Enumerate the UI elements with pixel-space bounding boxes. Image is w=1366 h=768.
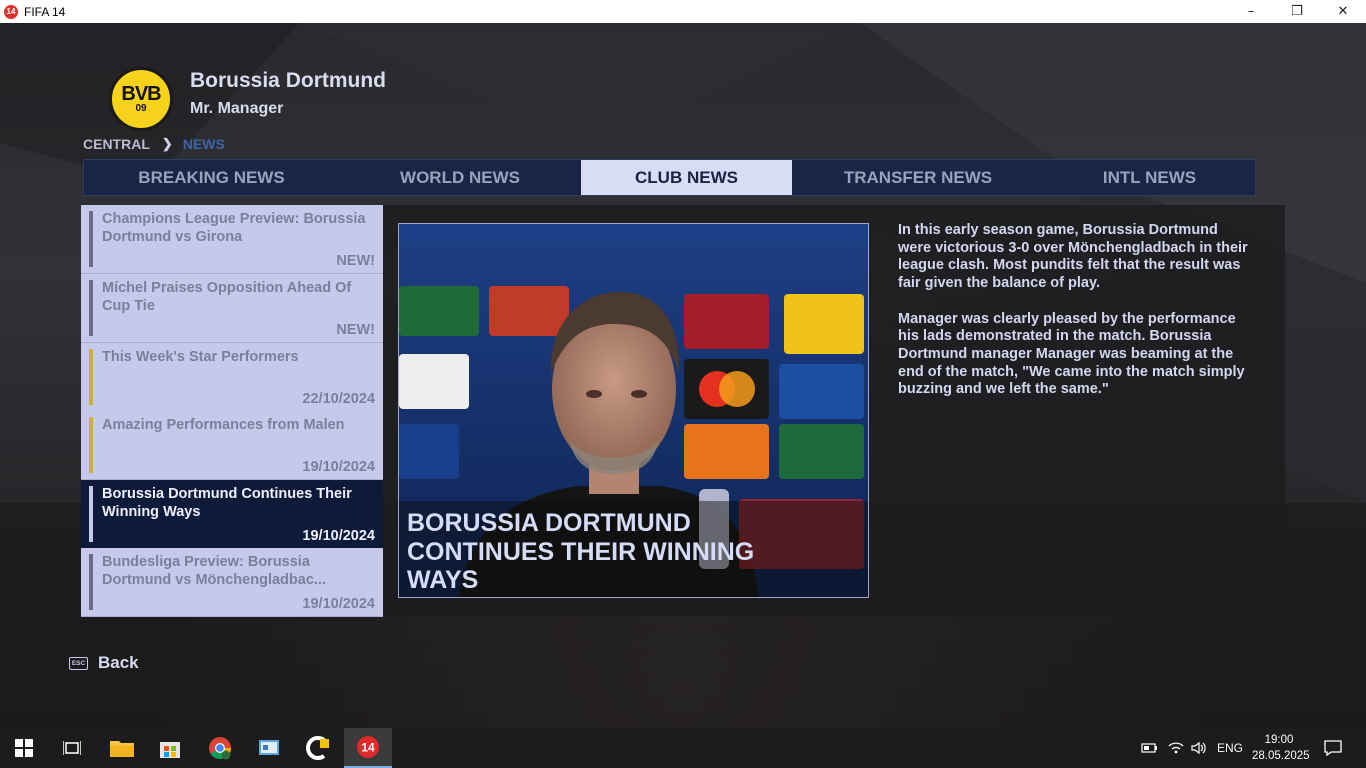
wifi-icon[interactable] <box>1167 728 1185 768</box>
news-headline: Borussia Dortmund Continues Their Winnin… <box>102 486 352 520</box>
windows-start-icon[interactable] <box>0 728 48 768</box>
close-button[interactable]: ✕ <box>1320 0 1366 23</box>
language-indicator[interactable]: ENG <box>1217 728 1243 768</box>
control-panel-icon[interactable] <box>245 728 293 768</box>
news-headline: Míchel Praises Opposition Ahead Of Cup T… <box>102 280 352 314</box>
window-title: FIFA 14 <box>24 4 66 19</box>
back-label: Back <box>98 653 139 672</box>
breadcrumb: CENTRAL ❯ NEWS <box>83 136 225 152</box>
club-crest: BVB 09 <box>109 67 173 131</box>
news-date: 22/10/2024 <box>302 391 375 407</box>
news-item[interactable]: Bundesliga Preview: Borussia Dortmund vs… <box>81 548 383 617</box>
tab-intl-news[interactable]: INTL NEWS <box>1044 160 1255 195</box>
windows-taskbar: 14 ENG 19:00 28.05.2025 <box>0 728 1366 768</box>
news-date: NEW! <box>336 322 375 338</box>
crest-year: 09 <box>135 103 147 114</box>
article-paragraph: In this early season game, Borussia Dort… <box>898 222 1248 292</box>
notification-icon[interactable] <box>1324 728 1342 768</box>
news-item-selected[interactable]: Borussia Dortmund Continues Their Winnin… <box>81 480 383 549</box>
esc-key-icon: ESC <box>69 656 88 670</box>
news-item-marker <box>89 554 93 610</box>
article-photo: BORUSSIA DORTMUND CONTINUES THEIR WINNIN… <box>398 223 869 598</box>
back-button[interactable]: ESC Back <box>69 653 139 673</box>
breadcrumb-separator-icon: ❯ <box>161 136 173 151</box>
maximize-button[interactable]: ❐ <box>1274 0 1320 23</box>
crest-text: BVB <box>121 83 161 105</box>
svg-text:14: 14 <box>361 741 375 755</box>
clock-date: 28.05.2025 <box>1252 750 1310 762</box>
microsoft-store-icon[interactable] <box>146 728 194 768</box>
tab-breaking-news[interactable]: BREAKING NEWS <box>84 160 339 195</box>
news-date: 19/10/2024 <box>302 596 375 612</box>
news-item[interactable]: Amazing Performances from Malen 19/10/20… <box>81 411 383 480</box>
battery-icon[interactable] <box>1141 728 1159 768</box>
breadcrumb-news: NEWS <box>182 136 225 152</box>
photo-caption-band: BORUSSIA DORTMUND CONTINUES THEIR WINNIN… <box>399 501 868 597</box>
tab-transfer-news[interactable]: TRANSFER NEWS <box>792 160 1044 195</box>
news-date: 19/10/2024 <box>302 459 375 475</box>
news-date: 19/10/2024 <box>302 528 375 544</box>
club-name: Borussia Dortmund <box>190 69 387 92</box>
file-explorer-icon[interactable] <box>98 728 146 768</box>
fifa14-app-icon: 14 <box>4 4 18 19</box>
breadcrumb-central[interactable]: CENTRAL <box>83 136 150 152</box>
game-screen: BVB 09 Borussia Dortmund Mr. Manager CEN… <box>0 23 1366 728</box>
news-item-marker <box>89 211 93 267</box>
photo-caption: BORUSSIA DORTMUND CONTINUES THEIR WINNIN… <box>407 509 755 594</box>
news-date: NEW! <box>336 253 375 269</box>
news-list: Champions League Preview: Borussia Dortm… <box>81 205 383 617</box>
news-headline: This Week's Star Performers <box>102 349 299 365</box>
article-paragraph: Manager was clearly pleased by the perfo… <box>898 310 1245 398</box>
news-item[interactable]: Champions League Preview: Borussia Dortm… <box>81 205 383 274</box>
news-item-marker <box>89 486 93 542</box>
manager-name: Mr. Manager <box>190 100 284 117</box>
news-headline: Amazing Performances from Malen <box>102 417 345 433</box>
chrome-icon[interactable] <box>196 728 244 768</box>
clock-time: 19:00 <box>1264 734 1294 746</box>
news-item-marker <box>89 280 93 336</box>
taskbar-clock[interactable]: 19:00 28.05.2025 <box>1252 732 1310 764</box>
volume-icon[interactable] <box>1190 728 1208 768</box>
news-tabs: BREAKING NEWS WORLD NEWS CLUB NEWS TRANS… <box>83 159 1256 196</box>
news-headline: Champions League Preview: Borussia Dortm… <box>102 211 366 245</box>
window-title-bar: 14 FIFA 14 – ❐ ✕ <box>0 0 1366 23</box>
minimize-button[interactable]: – <box>1228 0 1274 23</box>
news-item[interactable]: This Week's Star Performers 22/10/2024 <box>81 343 383 412</box>
article-body: In this early season game, Borussia Dort… <box>898 222 1254 417</box>
task-view-icon[interactable] <box>48 728 96 768</box>
news-item[interactable]: Míchel Praises Opposition Ahead Of Cup T… <box>81 274 383 343</box>
tab-world-news[interactable]: WORLD NEWS <box>339 160 581 195</box>
fifa14-icon[interactable]: 14 <box>344 728 392 768</box>
news-item-marker <box>89 349 93 405</box>
news-headline: Bundesliga Preview: Borussia Dortmund vs… <box>102 554 326 588</box>
fc-manager-icon[interactable] <box>294 728 342 768</box>
news-item-marker <box>89 417 93 473</box>
tab-club-news[interactable]: CLUB NEWS <box>581 160 792 195</box>
